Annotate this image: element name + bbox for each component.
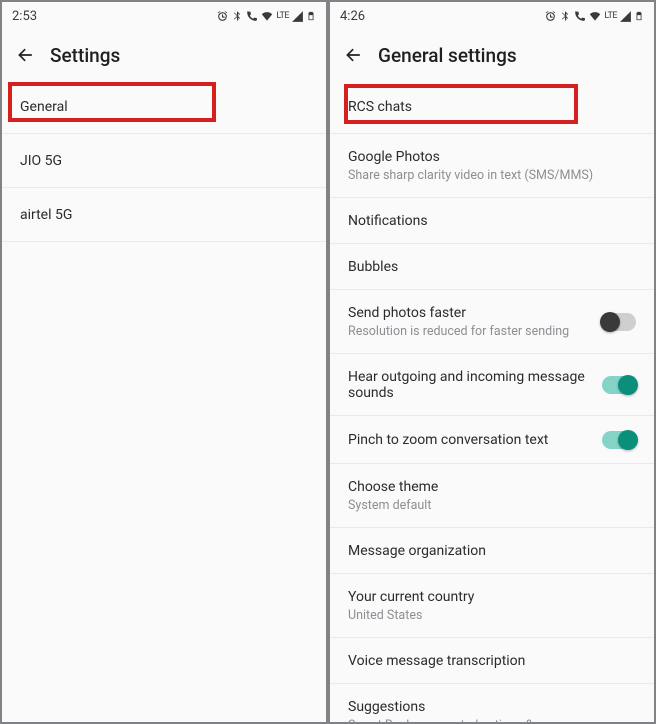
row-title: Your current country xyxy=(348,589,636,605)
row-title: Message organization xyxy=(348,543,636,559)
row-send-photos-faster[interactable]: Send photos faster Resolution is reduced… xyxy=(330,290,654,354)
alarm-icon xyxy=(216,10,229,23)
status-time: 2:53 xyxy=(12,9,37,24)
row-title: Voice message transcription xyxy=(348,653,636,669)
row-title: Send photos faster xyxy=(348,305,592,321)
bluetooth-icon xyxy=(559,10,571,22)
row-bubbles[interactable]: Bubbles xyxy=(330,244,654,290)
header: General settings xyxy=(330,30,654,80)
bluetooth-icon xyxy=(231,10,243,22)
list-item-airtel[interactable]: airtel 5G xyxy=(2,188,326,242)
page-title: General settings xyxy=(378,44,517,67)
page-title: Settings xyxy=(50,44,120,67)
status-icons: LTE xyxy=(544,9,644,23)
row-subtitle: Smart Reply, suggested actions & more xyxy=(348,718,636,724)
row-subtitle: United States xyxy=(348,608,636,623)
list-item-jio[interactable]: JIO 5G xyxy=(2,134,326,188)
row-subtitle: Resolution is reduced for faster sending xyxy=(348,324,592,339)
signal-icon xyxy=(619,10,632,23)
wifi-call-icon xyxy=(573,10,586,23)
network-label: LTE xyxy=(604,12,617,21)
network-label: LTE xyxy=(276,12,289,21)
toggle-send-photos-faster[interactable] xyxy=(602,313,636,331)
header: Settings xyxy=(2,30,326,80)
toggle-pinch-zoom[interactable] xyxy=(602,431,636,449)
row-title: Google Photos xyxy=(348,149,636,165)
row-choose-theme[interactable]: Choose theme System default xyxy=(330,464,654,528)
back-icon[interactable] xyxy=(16,45,36,65)
row-google-photos[interactable]: Google Photos Share sharp clarity video … xyxy=(330,134,654,198)
alarm-icon xyxy=(544,10,557,23)
status-time: 4:26 xyxy=(340,9,365,24)
battery-icon xyxy=(634,9,644,23)
row-voice-transcription[interactable]: Voice message transcription xyxy=(330,638,654,684)
row-title: Bubbles xyxy=(348,259,636,275)
row-notifications[interactable]: Notifications xyxy=(330,198,654,244)
status-bar: 2:53 LTE xyxy=(2,2,326,30)
wifi-call-icon xyxy=(245,10,258,23)
row-title: RCS chats xyxy=(348,99,636,115)
wifi-icon xyxy=(260,9,274,23)
row-subtitle: Share sharp clarity video in text (SMS/M… xyxy=(348,168,636,183)
row-subtitle: System default xyxy=(348,498,636,513)
row-suggestions[interactable]: Suggestions Smart Reply, suggested actio… xyxy=(330,684,654,724)
status-icons: LTE xyxy=(216,9,316,23)
list-item-label: JIO 5G xyxy=(20,153,62,169)
row-pinch-zoom[interactable]: Pinch to zoom conversation text xyxy=(330,416,654,464)
list-item-label: airtel 5G xyxy=(20,207,72,223)
row-title: Pinch to zoom conversation text xyxy=(348,432,592,448)
row-title: Suggestions xyxy=(348,699,636,715)
wifi-icon xyxy=(588,9,602,23)
row-rcs-chats[interactable]: RCS chats xyxy=(330,80,654,134)
settings-list: General JIO 5G airtel 5G xyxy=(2,80,326,242)
phone-right: 4:26 LTE General s xyxy=(328,0,656,724)
battery-icon xyxy=(306,9,316,23)
list-item-general[interactable]: General xyxy=(2,80,326,134)
signal-icon xyxy=(291,10,304,23)
row-message-sounds[interactable]: Hear outgoing and incoming message sound… xyxy=(330,354,654,416)
row-current-country[interactable]: Your current country United States xyxy=(330,574,654,638)
toggle-message-sounds[interactable] xyxy=(602,376,636,394)
general-settings-list: RCS chats Google Photos Share sharp clar… xyxy=(330,80,654,724)
row-title: Hear outgoing and incoming message sound… xyxy=(348,369,592,401)
phone-left: 2:53 LTE Settings xyxy=(0,0,328,724)
status-bar: 4:26 LTE xyxy=(330,2,654,30)
back-icon[interactable] xyxy=(344,45,364,65)
list-item-label: General xyxy=(20,99,68,115)
row-title: Notifications xyxy=(348,213,636,229)
row-title: Choose theme xyxy=(348,479,636,495)
row-message-organization[interactable]: Message organization xyxy=(330,528,654,574)
